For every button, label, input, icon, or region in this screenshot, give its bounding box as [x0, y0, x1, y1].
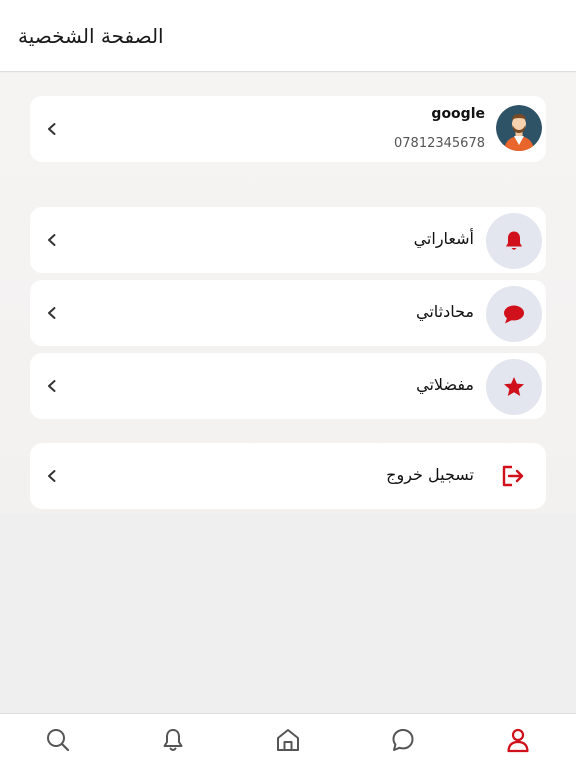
- search-icon[interactable]: [44, 726, 72, 754]
- profile-card[interactable]: google 07812345678: [30, 96, 546, 162]
- menu-item-label: محادثاتي: [415, 302, 474, 321]
- menu-item-notifications[interactable]: أشعاراتي: [30, 207, 546, 273]
- chat-bubble-icon: [504, 305, 524, 324]
- menu-icon-circle: [486, 359, 542, 415]
- menu-icon-circle: [486, 286, 542, 342]
- bottom-tab-bar: [0, 713, 576, 768]
- chevron-left-icon: [48, 307, 56, 319]
- logout-button[interactable]: تسجيل خروج: [30, 443, 546, 509]
- star-icon: [504, 377, 524, 396]
- logout-icon: [502, 465, 524, 487]
- app-header: الصفحة الشخصية: [0, 0, 576, 72]
- user-icon[interactable]: [504, 726, 532, 754]
- profile-phone: 07812345678: [394, 136, 485, 151]
- chevron-left-icon: [48, 123, 56, 135]
- chat-bubble-icon[interactable]: [389, 726, 417, 754]
- logout-label: تسجيل خروج: [386, 465, 474, 484]
- bell-icon[interactable]: [159, 726, 187, 754]
- chevron-left-icon: [48, 470, 56, 482]
- avatar-person-icon: [496, 105, 542, 151]
- avatar: [496, 105, 542, 151]
- page-title: الصفحة الشخصية: [18, 24, 164, 48]
- bell-icon: [506, 231, 522, 250]
- menu-item-chats[interactable]: محادثاتي: [30, 280, 546, 346]
- menu-item-favorites[interactable]: مفضلاتي: [30, 353, 546, 419]
- menu-icon-circle: [486, 213, 542, 269]
- chevron-left-icon: [48, 380, 56, 392]
- home-icon[interactable]: [274, 726, 302, 754]
- menu-item-label: أشعاراتي: [413, 229, 474, 248]
- menu-item-label: مفضلاتي: [416, 375, 474, 394]
- chevron-left-icon: [48, 234, 56, 246]
- profile-name: google: [431, 106, 485, 122]
